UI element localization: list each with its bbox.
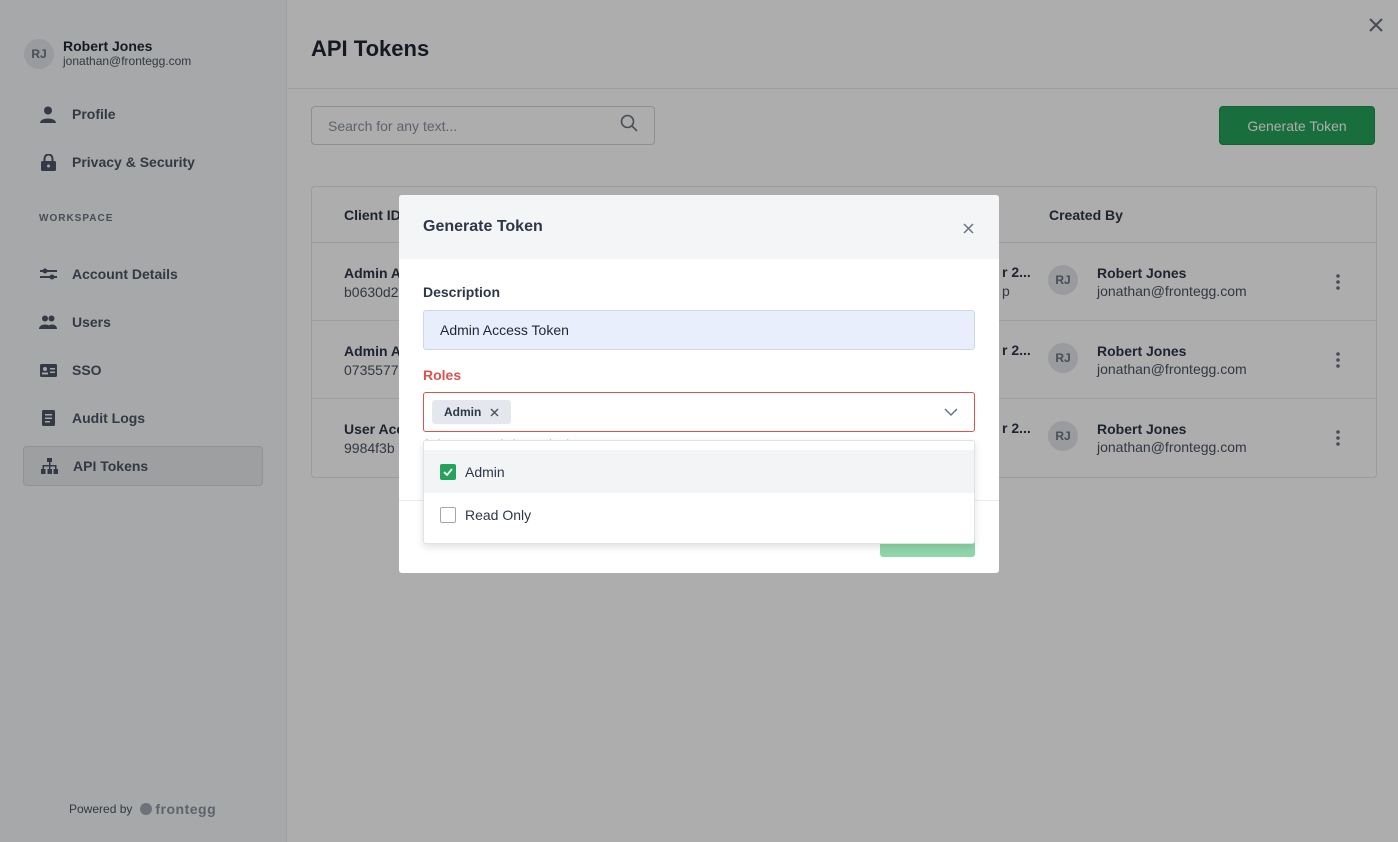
checkbox-unchecked-icon[interactable] (440, 506, 456, 523)
remove-chip-icon[interactable] (490, 408, 499, 417)
role-option-admin[interactable]: Admin (424, 450, 974, 493)
chevron-down-icon[interactable] (944, 405, 958, 424)
modal-header: Generate Token (399, 195, 999, 259)
role-chip: Admin (432, 400, 512, 424)
role-option-label: Admin (465, 463, 505, 480)
roles-select[interactable]: Admin (423, 392, 975, 432)
checkbox-checked-icon[interactable] (440, 463, 456, 480)
role-option-read-only[interactable]: Read Only (424, 493, 974, 536)
roles-label: Roles (423, 367, 462, 383)
modal-title: Generate Token (423, 218, 543, 235)
description-input[interactable] (423, 310, 975, 350)
description-label: Description (423, 284, 501, 300)
close-icon[interactable] (959, 219, 977, 237)
role-option-label: Read Only (465, 506, 532, 523)
role-chip-label: Admin (444, 405, 482, 419)
roles-dropdown: Admin Read Only (423, 440, 975, 544)
